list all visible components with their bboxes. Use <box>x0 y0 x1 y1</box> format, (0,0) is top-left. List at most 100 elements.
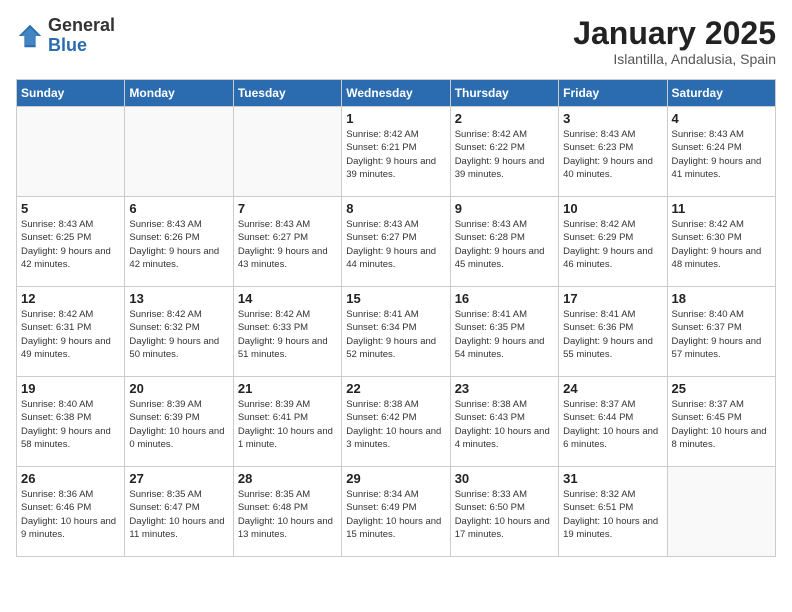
logo-icon <box>16 22 44 50</box>
logo-blue-text: Blue <box>48 36 115 56</box>
calendar-day <box>17 107 125 197</box>
day-number: 26 <box>21 471 120 486</box>
day-number: 4 <box>672 111 771 126</box>
title-block: January 2025 Islantilla, Andalusia, Spai… <box>573 16 776 67</box>
day-info: Sunrise: 8:42 AMSunset: 6:29 PMDaylight:… <box>563 218 662 271</box>
day-number: 30 <box>455 471 554 486</box>
day-info: Sunrise: 8:42 AMSunset: 6:33 PMDaylight:… <box>238 308 337 361</box>
calendar-day: 26 Sunrise: 8:36 AMSunset: 6:46 PMDayligh… <box>17 467 125 557</box>
day-info: Sunrise: 8:41 AMSunset: 6:35 PMDaylight:… <box>455 308 554 361</box>
day-info: Sunrise: 8:42 AMSunset: 6:30 PMDaylight:… <box>672 218 771 271</box>
weekday-header-friday: Friday <box>559 80 667 107</box>
calendar-day: 19Sunrise: 8:40 AMSunset: 6:38 PMDayligh… <box>17 377 125 467</box>
day-info: Sunrise: 8:42 AMSunset: 6:22 PMDaylight:… <box>455 128 554 181</box>
calendar-day: 28Sunrise: 8:35 AMSunset: 6:48 PMDayligh… <box>233 467 341 557</box>
calendar-day: 23 Sunrise: 8:38 AMSunset: 6:43 PMDayligh… <box>450 377 558 467</box>
day-number: 29 <box>346 471 445 486</box>
calendar-day: 2 Sunrise: 8:42 AMSunset: 6:22 PMDaylight… <box>450 107 558 197</box>
day-number: 15 <box>346 291 445 306</box>
calendar-day: 5 Sunrise: 8:43 AMSunset: 6:25 PMDaylight… <box>17 197 125 287</box>
day-info: Sunrise: 8:43 AMSunset: 6:27 PMDaylight:… <box>346 218 445 271</box>
day-info: Sunrise: 8:43 AMSunset: 6:26 PMDaylight:… <box>129 218 228 271</box>
weekday-header-sunday: Sunday <box>17 80 125 107</box>
calendar-day: 30 Sunrise: 8:33 AMSunset: 6:50 PMDayligh… <box>450 467 558 557</box>
calendar-day: 4 Sunrise: 8:43 AMSunset: 6:24 PMDaylight… <box>667 107 775 197</box>
calendar-day: 31Sunrise: 8:32 AMSunset: 6:51 PMDayligh… <box>559 467 667 557</box>
day-info: Sunrise: 8:43 AMSunset: 6:25 PMDaylight:… <box>21 218 120 271</box>
day-number: 6 <box>129 201 228 216</box>
day-number: 1 <box>346 111 445 126</box>
weekday-header-wednesday: Wednesday <box>342 80 450 107</box>
calendar-day: 12 Sunrise: 8:42 AMSunset: 6:31 PMDayligh… <box>17 287 125 377</box>
day-info: Sunrise: 8:42 AMSunset: 6:31 PMDaylight:… <box>21 308 120 361</box>
calendar-day: 7 Sunrise: 8:43 AMSunset: 6:27 PMDaylight… <box>233 197 341 287</box>
logo-general-text: General <box>48 16 115 36</box>
calendar-table: SundayMondayTuesdayWednesdayThursdayFrid… <box>16 79 776 557</box>
day-info: Sunrise: 8:41 AMSunset: 6:36 PMDaylight:… <box>563 308 662 361</box>
day-number: 23 <box>455 381 554 396</box>
day-number: 22 <box>346 381 445 396</box>
day-number: 10 <box>563 201 662 216</box>
day-number: 2 <box>455 111 554 126</box>
day-number: 11 <box>672 201 771 216</box>
day-number: 24 <box>563 381 662 396</box>
day-info: Sunrise: 8:43 AMSunset: 6:23 PMDaylight:… <box>563 128 662 181</box>
day-info: Sunrise: 8:35 AMSunset: 6:48 PMDaylight:… <box>238 488 337 541</box>
day-number: 17 <box>563 291 662 306</box>
day-number: 20 <box>129 381 228 396</box>
calendar-header-row: SundayMondayTuesdayWednesdayThursdayFrid… <box>17 80 776 107</box>
day-info: Sunrise: 8:38 AMSunset: 6:42 PMDaylight:… <box>346 398 445 451</box>
day-number: 31 <box>563 471 662 486</box>
calendar-day: 29 Sunrise: 8:34 AMSunset: 6:49 PMDayligh… <box>342 467 450 557</box>
day-number: 9 <box>455 201 554 216</box>
calendar-day: 9 Sunrise: 8:43 AMSunset: 6:28 PMDaylight… <box>450 197 558 287</box>
day-number: 14 <box>238 291 337 306</box>
calendar-day: 1 Sunrise: 8:42 AMSunset: 6:21 PMDaylight… <box>342 107 450 197</box>
calendar-week-1: 1 Sunrise: 8:42 AMSunset: 6:21 PMDaylight… <box>17 107 776 197</box>
calendar-day: 3 Sunrise: 8:43 AMSunset: 6:23 PMDaylight… <box>559 107 667 197</box>
day-number: 5 <box>21 201 120 216</box>
calendar-day: 16 Sunrise: 8:41 AMSunset: 6:35 PMDayligh… <box>450 287 558 377</box>
calendar-week-2: 5 Sunrise: 8:43 AMSunset: 6:25 PMDaylight… <box>17 197 776 287</box>
day-info: Sunrise: 8:35 AMSunset: 6:47 PMDaylight:… <box>129 488 228 541</box>
calendar-week-3: 12 Sunrise: 8:42 AMSunset: 6:31 PMDayligh… <box>17 287 776 377</box>
day-info: Sunrise: 8:41 AMSunset: 6:34 PMDaylight:… <box>346 308 445 361</box>
logo: General Blue <box>16 16 115 56</box>
calendar-day: 27 Sunrise: 8:35 AMSunset: 6:47 PMDayligh… <box>125 467 233 557</box>
calendar-day <box>667 467 775 557</box>
day-number: 3 <box>563 111 662 126</box>
day-number: 27 <box>129 471 228 486</box>
day-info: Sunrise: 8:37 AMSunset: 6:45 PMDaylight:… <box>672 398 771 451</box>
calendar-day: 8Sunrise: 8:43 AMSunset: 6:27 PMDaylight… <box>342 197 450 287</box>
day-number: 16 <box>455 291 554 306</box>
day-info: Sunrise: 8:33 AMSunset: 6:50 PMDaylight:… <box>455 488 554 541</box>
day-info: Sunrise: 8:43 AMSunset: 6:28 PMDaylight:… <box>455 218 554 271</box>
day-info: Sunrise: 8:36 AMSunset: 6:46 PMDaylight:… <box>21 488 120 541</box>
calendar-day: 20 Sunrise: 8:39 AMSunset: 6:39 PMDayligh… <box>125 377 233 467</box>
calendar-day: 24Sunrise: 8:37 AMSunset: 6:44 PMDayligh… <box>559 377 667 467</box>
day-info: Sunrise: 8:39 AMSunset: 6:41 PMDaylight:… <box>238 398 337 451</box>
weekday-header-tuesday: Tuesday <box>233 80 341 107</box>
calendar-day: 14 Sunrise: 8:42 AMSunset: 6:33 PMDayligh… <box>233 287 341 377</box>
day-number: 25 <box>672 381 771 396</box>
day-info: Sunrise: 8:34 AMSunset: 6:49 PMDaylight:… <box>346 488 445 541</box>
calendar-week-4: 19Sunrise: 8:40 AMSunset: 6:38 PMDayligh… <box>17 377 776 467</box>
day-info: Sunrise: 8:38 AMSunset: 6:43 PMDaylight:… <box>455 398 554 451</box>
page-header: General Blue January 2025 Islantilla, An… <box>16 16 776 67</box>
day-info: Sunrise: 8:40 AMSunset: 6:37 PMDaylight:… <box>672 308 771 361</box>
calendar-day: 13Sunrise: 8:42 AMSunset: 6:32 PMDayligh… <box>125 287 233 377</box>
day-number: 7 <box>238 201 337 216</box>
day-info: Sunrise: 8:43 AMSunset: 6:24 PMDaylight:… <box>672 128 771 181</box>
calendar-title: January 2025 <box>573 16 776 51</box>
calendar-day: 21Sunrise: 8:39 AMSunset: 6:41 PMDayligh… <box>233 377 341 467</box>
day-info: Sunrise: 8:42 AMSunset: 6:21 PMDaylight:… <box>346 128 445 181</box>
day-number: 12 <box>21 291 120 306</box>
day-info: Sunrise: 8:39 AMSunset: 6:39 PMDaylight:… <box>129 398 228 451</box>
calendar-day <box>233 107 341 197</box>
day-info: Sunrise: 8:43 AMSunset: 6:27 PMDaylight:… <box>238 218 337 271</box>
calendar-day: 10 Sunrise: 8:42 AMSunset: 6:29 PMDayligh… <box>559 197 667 287</box>
day-info: Sunrise: 8:42 AMSunset: 6:32 PMDaylight:… <box>129 308 228 361</box>
calendar-day: 15 Sunrise: 8:41 AMSunset: 6:34 PMDayligh… <box>342 287 450 377</box>
calendar-day: 25 Sunrise: 8:37 AMSunset: 6:45 PMDayligh… <box>667 377 775 467</box>
calendar-day: 17 Sunrise: 8:41 AMSunset: 6:36 PMDayligh… <box>559 287 667 377</box>
